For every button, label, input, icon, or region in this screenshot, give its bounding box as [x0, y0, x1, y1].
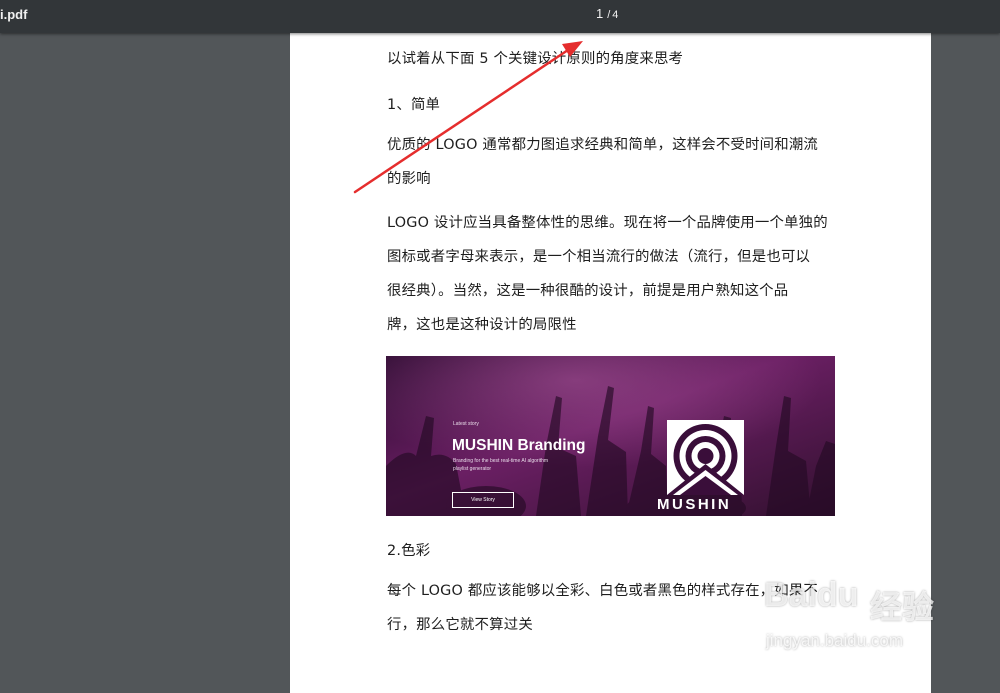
annotation-arrow [353, 41, 583, 194]
